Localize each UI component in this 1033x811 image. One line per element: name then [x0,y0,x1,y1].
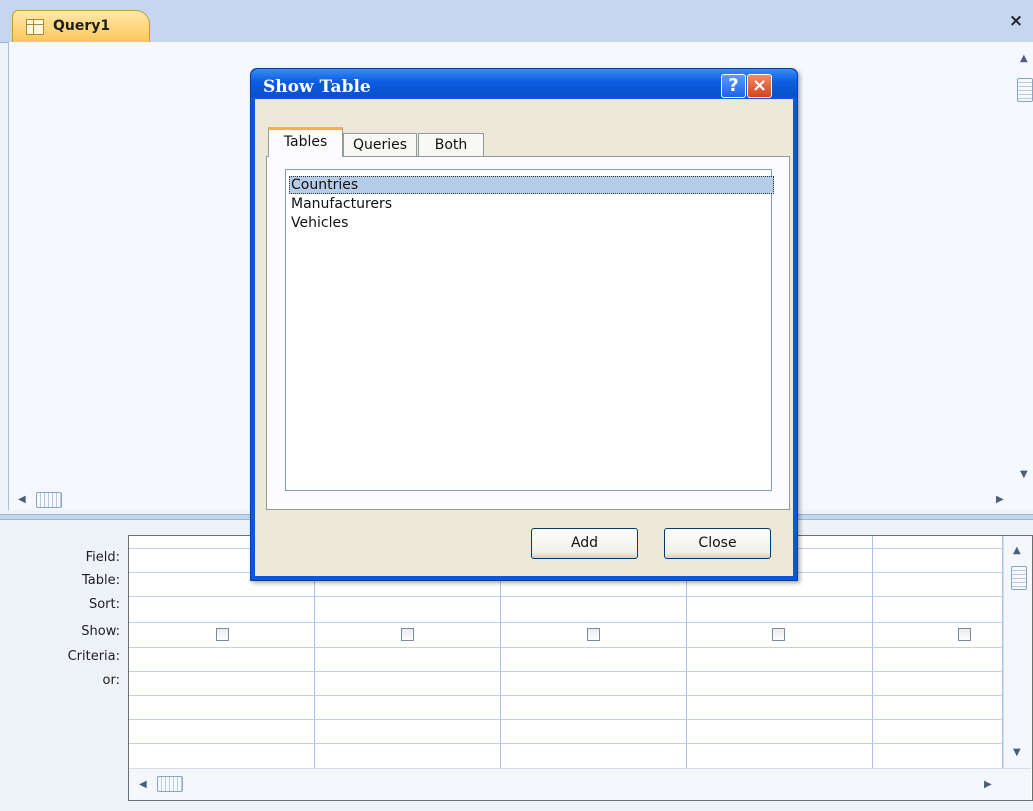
scroll-right-arrow-icon[interactable]: ▶ [984,780,992,790]
show-checkbox[interactable] [958,628,971,641]
row-label-field: Field: [85,550,120,565]
scroll-up-arrow-icon[interactable]: ▲ [1020,54,1028,64]
dialog-title: Show Table [263,77,371,97]
grid-row-line [129,719,1002,720]
dialog-title-bar[interactable]: Show Table ? × [251,69,797,98]
scroll-left-arrow-icon[interactable]: ◀ [139,780,147,790]
tab-title: Query1 [53,18,111,34]
query-icon [26,19,44,35]
scroll-up-arrow-icon[interactable]: ▲ [1013,546,1021,556]
tab-queries[interactable]: Queries [343,133,417,156]
row-label-criteria: Criteria: [67,649,120,664]
table-list[interactable]: Countries Manufacturers Vehicles [285,169,774,491]
grid-row-line [129,743,1002,744]
grid-horizontal-scrollbar[interactable]: ◀ ▶ [129,768,1031,800]
scroll-down-arrow-icon[interactable]: ▼ [1013,748,1021,758]
grid-row-line [129,695,1002,696]
document-tab-strip: Query1 × [0,0,1033,43]
scroll-down-arrow-icon[interactable]: ▼ [1020,470,1028,480]
row-label-sort: Sort: [88,597,120,612]
dialog-body: Tables Queries Both Countries Manufactur… [255,99,793,576]
table-pane-vertical-scrollbar[interactable]: ▲ ▼ [1016,42,1033,487]
scroll-thumb[interactable] [157,776,183,792]
row-label-or: or: [102,673,120,688]
tab-tables[interactable]: Tables [268,127,343,157]
show-checkbox[interactable] [216,628,229,641]
scroll-thumb[interactable] [1011,566,1027,590]
scroll-thumb[interactable] [1017,78,1033,102]
close-button[interactable]: Close [664,528,771,559]
list-item-manufacturers[interactable]: Manufacturers [289,195,392,213]
list-item-countries[interactable]: Countries [289,176,774,194]
add-button[interactable]: Add [531,528,638,559]
scroll-right-arrow-icon[interactable]: ▶ [996,495,1004,505]
show-checkbox[interactable] [401,628,414,641]
help-icon[interactable]: ? [721,74,746,98]
grid-column[interactable] [873,536,1003,768]
show-checkbox[interactable] [772,628,785,641]
grid-row-line [129,671,1002,672]
grid-vertical-scrollbar[interactable]: ▲ ▼ [1003,536,1032,768]
tables-tab-panel: Countries Manufacturers Vehicles [266,156,790,510]
show-checkbox[interactable] [587,628,600,641]
close-icon[interactable]: × [747,74,772,98]
grid-row-line [129,596,1002,597]
list-item-vehicles[interactable]: Vehicles [289,214,348,232]
show-table-dialog: Show Table ? × Tables Queries Both Count… [250,68,798,581]
close-document-icon[interactable]: × [1007,12,1025,30]
row-label-show: Show: [81,624,120,639]
scroll-left-arrow-icon[interactable]: ◀ [18,495,26,505]
grid-row-line [129,622,1002,623]
tab-both[interactable]: Both [418,133,484,156]
row-label-table: Table: [82,573,120,588]
scroll-thumb[interactable] [36,492,62,508]
grid-row-line [129,647,1002,648]
query1-tab[interactable]: Query1 [12,10,150,42]
